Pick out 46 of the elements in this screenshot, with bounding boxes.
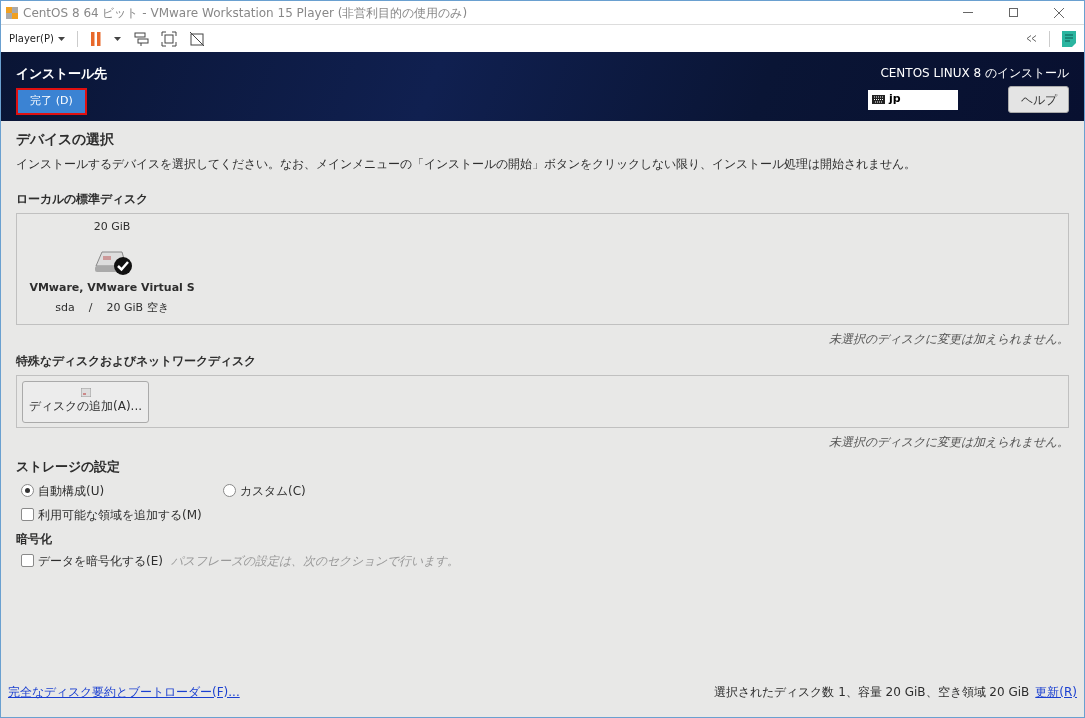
- app-logo-icon: [5, 5, 19, 20]
- disk-size: 20 GiB: [93, 219, 131, 235]
- disk-item[interactable]: 20 GiB VMware, VMware Virtual S sda / 20 GiB 空き: [27, 214, 197, 324]
- window-title: CentOS 8 64 ビット - VMware Workstation 15 Player (非営利目的の使用のみ): [23, 4, 469, 22]
- player-menu[interactable]: Player(P): [9, 31, 65, 46]
- note-text: 未選択のディスクに変更は加えられません。: [829, 331, 1069, 348]
- radio-button[interactable]: [223, 484, 236, 497]
- disk-summary-link[interactable]: 完全なディスク要約とブートローダー(F)...: [8, 683, 240, 701]
- checkbox[interactable]: [21, 554, 34, 567]
- checkbox-label: データを暗号化する(E): [38, 552, 163, 570]
- status-text: 選択されたディスク数 1、容量 20 GiB、空き領域 20 GiB: [714, 684, 1030, 701]
- page-title: インストール先: [16, 65, 107, 83]
- radio-label: カスタム(C): [240, 482, 306, 500]
- radio-button[interactable]: [21, 484, 34, 497]
- description-text: インストールするデバイスを選択してください。なお、メインメニューの「インストールの開始」ボタンをクリックしない限り、インストール処理は開始されません。: [16, 156, 917, 173]
- disk-image-icon: [80, 388, 91, 397]
- keyboard-layout: jp: [889, 91, 901, 108]
- separator-text: /: [88, 300, 93, 316]
- maximize-icon[interactable]: [1009, 8, 1018, 17]
- free-space: 20 GiB 空き: [106, 300, 169, 316]
- device-name: sda: [55, 300, 75, 316]
- caret-icon: [57, 36, 65, 41]
- section-heading: 暗号化: [16, 530, 53, 548]
- pause-icon[interactable]: [89, 31, 102, 46]
- fullscreen-icon[interactable]: [160, 30, 177, 47]
- note-text: 未選択のディスクに変更は加えられません。: [829, 434, 1069, 451]
- collapse-icon[interactable]: [1026, 35, 1037, 42]
- close-icon[interactable]: [1054, 7, 1064, 18]
- help-button[interactable]: ヘルプ: [1008, 86, 1069, 113]
- section-heading: ストレージの設定: [16, 458, 121, 476]
- notes-icon[interactable]: [1062, 30, 1076, 47]
- keyboard-layout-field[interactable]: jp: [868, 89, 958, 110]
- checkbox[interactable]: [21, 508, 34, 521]
- dropdown-caret-icon[interactable]: [113, 36, 121, 41]
- done-button[interactable]: 完了 (D): [16, 87, 87, 115]
- section-heading: 特殊なディスクおよびネットワークディスク: [16, 353, 257, 370]
- disk-name: VMware, VMware Virtual S: [29, 279, 195, 296]
- add-disk-button[interactable]: ディスクの追加(A)...: [22, 380, 149, 423]
- radio-label: 自動構成(U): [38, 482, 105, 500]
- checkbox-label: 利用可能な領域を追加する(M): [38, 506, 202, 524]
- keyboard-icon: [872, 95, 885, 104]
- hint-text: パスフレーズの設定は、次のセクションで行います。: [170, 552, 459, 570]
- section-heading: ローカルの標準ディスク: [16, 191, 149, 208]
- section-heading: デバイスの選択: [16, 130, 115, 149]
- product-title: CENTOS LINUX 8 のインストール: [880, 65, 1069, 82]
- refresh-link[interactable]: 更新(R): [1035, 683, 1077, 701]
